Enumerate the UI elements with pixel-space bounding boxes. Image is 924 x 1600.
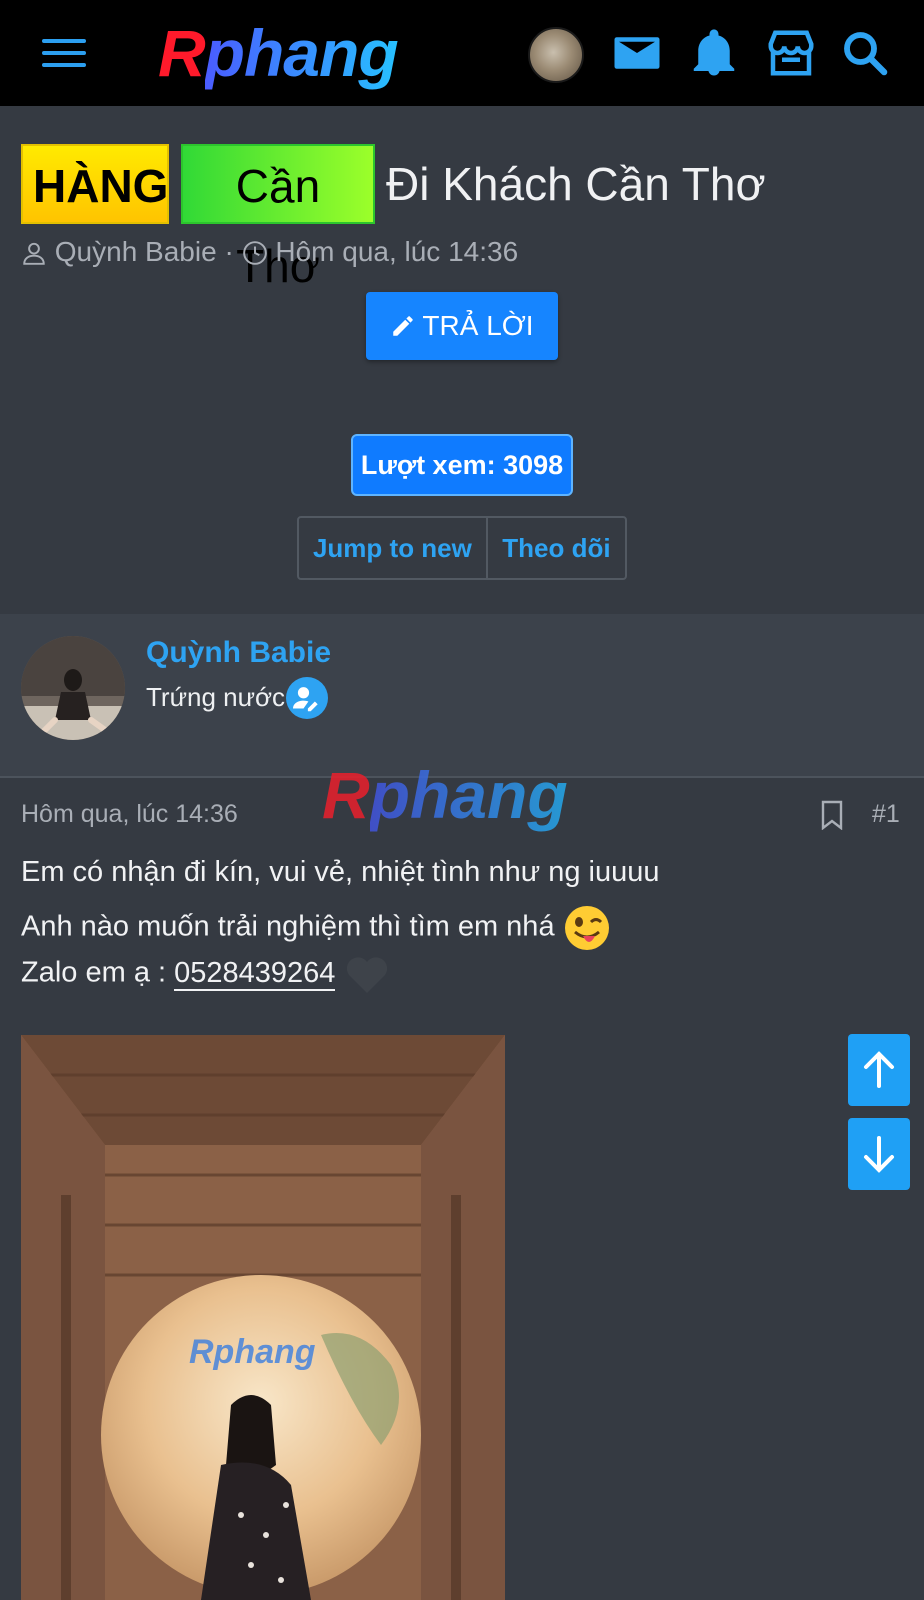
arrow-up-icon [864, 1051, 894, 1088]
user-avatar[interactable] [528, 27, 584, 83]
scroll-to-top-button[interactable] [848, 1034, 910, 1106]
verified-user-icon [286, 677, 328, 719]
user-rank: Trứng nước [146, 682, 286, 712]
thread-time[interactable]: Hôm qua, lúc 14:36 [275, 236, 518, 267]
prefix-tag-hang[interactable]: HÀNG [21, 144, 169, 224]
thread-meta: Quỳnh Babie · Hôm qua, lúc 14:36 [21, 232, 518, 272]
thread-actions: Jump to new Theo dõi [297, 516, 627, 580]
store-icon[interactable] [760, 26, 822, 80]
clock-icon [242, 241, 267, 265]
post-number[interactable]: #1 [872, 800, 900, 829]
post-text-line-3: Zalo em ạ : 0528439264 [21, 953, 391, 995]
watermark-logo: Rphang [322, 758, 568, 832]
post-author-name[interactable]: Quỳnh Babie [146, 636, 331, 670]
reply-button-label: TRẢ LỜI [422, 310, 534, 341]
bookmark-icon[interactable] [820, 800, 844, 830]
reply-button[interactable]: TRẢ LỜI [366, 292, 558, 360]
mail-icon[interactable] [610, 26, 664, 80]
thread-author[interactable]: Quỳnh Babie [55, 236, 217, 267]
post-text-line-2: Anh nào muốn trải nghiệm thì tìm em nhá [21, 904, 611, 952]
meta-separator: · [224, 236, 234, 267]
arrow-down-icon [864, 1136, 894, 1173]
post-text-line-1: Em có nhận đi kín, vui vẻ, nhiệt tình nh… [21, 856, 660, 888]
zalo-label: Zalo em ạ : [21, 956, 175, 989]
menu-icon[interactable] [42, 34, 86, 70]
site-logo[interactable]: Rphang [158, 20, 399, 86]
winking-tongue-emoji-icon [564, 906, 609, 950]
top-navbar: Rphang [0, 0, 924, 106]
view-count-badge: Lượt xem: 3098 [351, 434, 573, 496]
heart-icon [347, 957, 388, 993]
bell-icon[interactable] [687, 26, 741, 80]
post-date[interactable]: Hôm qua, lúc 14:36 [21, 800, 238, 829]
pencil-icon [393, 316, 414, 336]
post-image[interactable]: Rphang [21, 1035, 505, 1600]
avatar-image [21, 636, 125, 740]
prefix-tag-location[interactable]: Cần Thơ [181, 144, 375, 292]
user-icon [23, 242, 45, 265]
svg-text:Rphang: Rphang [189, 1333, 316, 1371]
phone-link[interactable]: 0528439264 [174, 956, 336, 991]
follow-button[interactable]: Theo dõi [488, 518, 625, 578]
search-icon[interactable] [838, 26, 892, 80]
thread-title: Đi Khách Cần Thơ [386, 158, 766, 210]
scroll-to-bottom-button[interactable] [848, 1118, 910, 1190]
post-author-avatar[interactable] [21, 636, 125, 740]
post-author-header [0, 614, 924, 778]
photo-content: Rphang [21, 1035, 505, 1600]
post-text-line-2-text: Anh nào muốn trải nghiệm thì tìm em nhá [21, 910, 555, 943]
jump-to-new-button[interactable]: Jump to new [299, 518, 488, 578]
